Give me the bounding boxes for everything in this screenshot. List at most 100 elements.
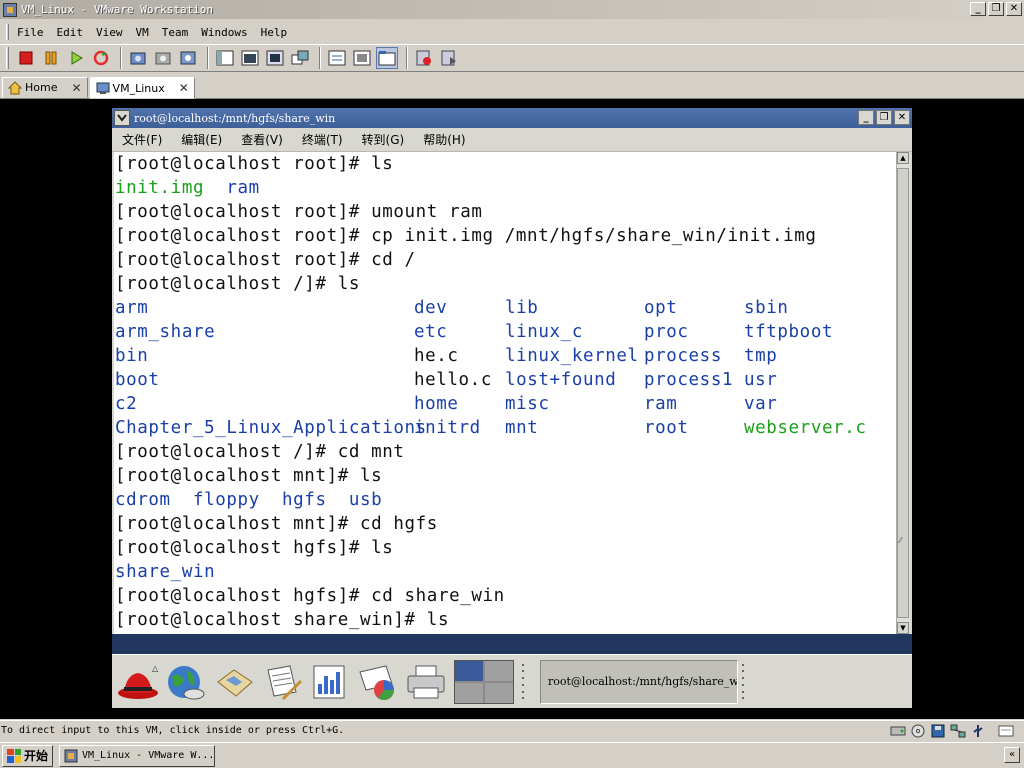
close-button[interactable]: ✕ [1006, 2, 1022, 16]
window-title: VM_Linux - VMware Workstation [21, 3, 214, 16]
panel-handle-icon[interactable] [742, 663, 748, 700]
redhat-menu-icon[interactable]: △ [116, 660, 160, 704]
menu-vm[interactable]: VM [136, 25, 149, 40]
toolbar [0, 44, 1024, 72]
menubar-grip[interactable] [6, 24, 9, 40]
scroll-down-arrow-icon[interactable]: ▼ [897, 622, 909, 634]
terminal-output[interactable]: [root@localhost root]# ls init.img ram [ro… [114, 152, 896, 634]
guest-menu-edit[interactable]: 编辑(E) [181, 131, 222, 148]
scroll-grip-icon: ⁄⁄ [899, 536, 902, 545]
ls-entry: boot [115, 370, 160, 390]
web-browser-icon[interactable] [164, 660, 208, 704]
windows-taskbar: 开始 VM_Linux - VMware W... « [0, 742, 1024, 768]
ls-entry: process1 [644, 370, 734, 390]
ls-entry: he.c [414, 346, 459, 366]
show-tabs-icon[interactable] [376, 47, 398, 69]
workspace-3[interactable] [455, 682, 483, 703]
terminal-line: [root@localhost root]# umount ram [115, 202, 483, 222]
ls-entry: webserver.c [744, 418, 867, 438]
menu-windows[interactable]: Windows [201, 25, 247, 40]
toolbar-grip[interactable] [6, 47, 9, 69]
reset-icon[interactable] [90, 47, 112, 69]
suspend-icon[interactable] [40, 47, 62, 69]
terminal-line: cdrom floppy hgfs usb [115, 490, 383, 510]
ls-entry: arm_share [115, 322, 216, 342]
menu-edit[interactable]: Edit [57, 25, 84, 40]
tab-home[interactable]: Home ✕ [2, 77, 88, 98]
guest-minimize-button[interactable]: _ [858, 110, 874, 125]
window-menu-icon[interactable] [114, 110, 130, 126]
terminal-line: [root@localhost root]# cp init.img /mnt/… [115, 226, 817, 246]
ls-entry: hello.c [414, 370, 492, 390]
workspace-1[interactable] [455, 660, 483, 681]
guest-close-button[interactable]: ✕ [894, 110, 910, 125]
menu-help[interactable]: Help [261, 25, 288, 40]
summary-view-icon[interactable] [326, 47, 348, 69]
terminal-scrollbar[interactable]: ▲ ⁄⁄ ▼ [896, 152, 910, 634]
network-icon[interactable] [950, 724, 966, 738]
printer-icon[interactable] [404, 660, 448, 704]
workspace-pager[interactable] [454, 659, 514, 704]
full-screen-icon[interactable] [264, 47, 286, 69]
minimize-button[interactable]: _ [970, 2, 986, 16]
spreadsheet-icon[interactable] [308, 660, 352, 704]
guest-titlebar[interactable]: root@localhost:/mnt/hgfs/share_win _ ❐ ✕ [112, 108, 912, 128]
tab-close-icon[interactable]: ✕ [179, 81, 189, 95]
tray-expand-button[interactable]: « [1004, 747, 1020, 763]
show-sidebar-icon[interactable] [214, 47, 236, 69]
writer-icon[interactable] [260, 660, 304, 704]
guest-terminal-window[interactable]: root@localhost:/mnt/hgfs/share_win _ ❐ ✕… [112, 108, 912, 708]
terminal-line: [root@localhost hgfs]# ls [115, 538, 394, 558]
ls-entry: mnt [505, 418, 539, 438]
usb-icon[interactable] [970, 724, 986, 738]
menu-team[interactable]: Team [162, 25, 189, 40]
power-off-icon[interactable] [15, 47, 37, 69]
cd-rom-icon[interactable] [910, 724, 926, 738]
revert-snapshot-icon[interactable] [152, 47, 174, 69]
scrollbar-thumb[interactable] [897, 168, 909, 618]
message-icon[interactable] [998, 724, 1014, 738]
guest-menu-go[interactable]: 转到(G) [362, 131, 405, 148]
terminal-ls-row: boot hello.c lost+found process1 usr [115, 368, 817, 392]
scroll-up-arrow-icon[interactable]: ▲ [897, 152, 909, 164]
unity-icon[interactable] [289, 47, 311, 69]
vmware-app-icon[interactable] [3, 2, 17, 17]
guest-window-title: root@localhost:/mnt/hgfs/share_win [134, 111, 336, 125]
tab-close-icon[interactable]: ✕ [71, 81, 81, 95]
replay-icon[interactable] [438, 47, 460, 69]
presentation-icon[interactable] [356, 660, 400, 704]
guest-task-button[interactable]: root@localhost:/mnt/hgfs/share_win [540, 659, 738, 704]
menu-view[interactable]: View [96, 25, 123, 40]
floppy-icon[interactable] [930, 724, 946, 738]
guest-menu-terminal[interactable]: 终端(T) [302, 131, 343, 148]
guest-menu-help[interactable]: 帮助(H) [423, 131, 465, 148]
start-button[interactable]: 开始 [2, 744, 54, 767]
ls-entry: usr [744, 370, 778, 390]
ls-entry: tmp [744, 346, 778, 366]
record-icon[interactable] [413, 47, 435, 69]
panel-handle-icon[interactable] [522, 663, 528, 700]
status-text: To direct input to this VM, click inside… [1, 725, 345, 736]
ls-entry: c2 [115, 394, 138, 414]
hard-disk-icon[interactable] [890, 724, 906, 738]
tab-vm-linux[interactable]: VM_Linux ✕ [89, 77, 195, 99]
snapshot-icon[interactable] [127, 47, 149, 69]
restore-button[interactable]: ❐ [988, 2, 1004, 16]
guest-maximize-button[interactable]: ❐ [876, 110, 892, 125]
guest-menu-view[interactable]: 查看(V) [241, 131, 283, 148]
guest-menu-file[interactable]: 文件(F) [122, 131, 162, 148]
workspace-4[interactable] [485, 682, 513, 703]
menu-file[interactable]: File [17, 25, 44, 40]
ls-entry: var [744, 394, 778, 414]
taskbar-vmware-item[interactable]: VM_Linux - VMware W... [59, 744, 216, 767]
console-view-icon[interactable] [351, 47, 373, 69]
ls-entry: tftpboot [744, 322, 834, 342]
power-on-icon[interactable] [65, 47, 87, 69]
workspace-2[interactable] [485, 660, 513, 681]
snapshot-manager-icon[interactable] [177, 47, 199, 69]
quick-switch-icon[interactable] [239, 47, 261, 69]
toolbar-separator [406, 47, 408, 69]
start-label: 开始 [24, 749, 49, 763]
email-icon[interactable] [212, 660, 256, 704]
